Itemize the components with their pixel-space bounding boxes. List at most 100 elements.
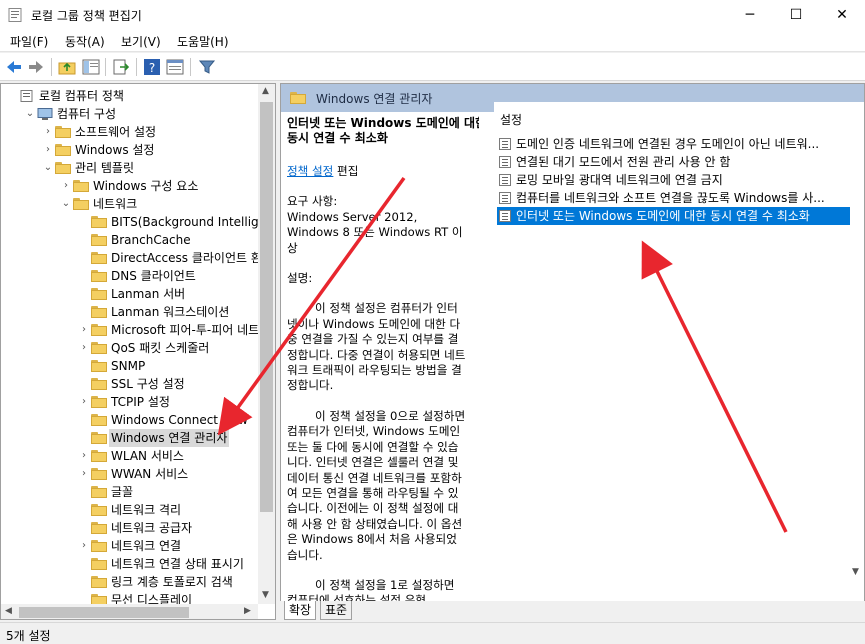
tree-node[interactable]: 글꼴 [1, 483, 258, 501]
tree-node[interactable]: › Microsoft 피어-투-피어 네트 [1, 321, 259, 339]
tree-node-label: BITS(Background Intelligent Tr [111, 215, 276, 229]
setting-name: 인터넷 또는 Windows 도메인에 대한 동시 연결 수 최소화 [516, 209, 810, 223]
tree-node[interactable]: › 네트워크 연결 [1, 537, 258, 555]
up-folder-icon[interactable] [58, 58, 76, 76]
details-header-title: Windows 연결 관리자 [316, 92, 433, 106]
setting-row[interactable]: 컴퓨터를 네트워크와 소프트 연결을 끊도록 Windows를 사...구 [497, 189, 857, 207]
tree-node[interactable]: 네트워크 격리 [1, 501, 258, 519]
tree-node[interactable]: Lanman 워크스테이션 [1, 303, 258, 321]
folder-icon [91, 558, 107, 570]
tree-node-label: QoS 패킷 스케줄러 [111, 341, 210, 355]
scroll-down-icon[interactable]: ▼ [852, 567, 859, 577]
help-icon[interactable]: ? [143, 58, 161, 76]
tree-node[interactable]: › 소프트웨어 설정 [1, 123, 258, 141]
tree-node[interactable]: Windows Connect Now [1, 411, 258, 429]
menu-help[interactable]: 도움말(H) [177, 33, 229, 50]
title-bar: 로컬 그룹 정책 편집기 ─ ☐ ✕ [0, 0, 865, 30]
tree-node[interactable]: › TCPIP 설정 [1, 393, 258, 411]
tree-vertical-scrollbar[interactable]: ▲ ▼ [258, 84, 275, 604]
setting-row[interactable]: 연결된 대기 모드에서 전원 관리 사용 안 함구 [497, 153, 857, 171]
tab-extended[interactable]: 확장 [284, 601, 317, 620]
expand-arrow-icon[interactable]: › [79, 465, 89, 483]
tree-node[interactable]: DirectAccess 클라이언트 환경 [1, 249, 273, 267]
folder-icon [55, 144, 71, 156]
tab-standard[interactable]: 표준 [320, 601, 353, 620]
expand-arrow-icon[interactable]: › [79, 393, 89, 411]
expand-arrow-icon[interactable]: › [79, 321, 89, 339]
edit-policy-link[interactable]: 정책 설정 [287, 164, 333, 178]
collapse-arrow-icon[interactable]: ⌄ [61, 195, 71, 213]
minimize-button[interactable]: ─ [727, 0, 773, 30]
scroll-up-icon[interactable]: ▲ [262, 86, 269, 96]
tree-node[interactable]: DNS 클라이언트 [1, 267, 258, 285]
tree-node[interactable]: 네트워크 연결 상태 표시기 [1, 555, 258, 573]
menu-view[interactable]: 보기(V) [121, 33, 161, 50]
tree-node-label: Lanman 워크스테이션 [111, 305, 230, 319]
tree-node[interactable]: 로컬 컴퓨터 정책 [1, 87, 258, 105]
export-list-icon[interactable] [112, 58, 130, 76]
scroll-down-icon[interactable]: ▼ [262, 590, 269, 600]
tree-hscroll-thumb[interactable] [19, 607, 189, 618]
collapse-arrow-icon[interactable]: ⌄ [43, 159, 53, 177]
menu-action[interactable]: 동작(A) [65, 33, 105, 50]
tree-node[interactable]: 네트워크 공급자 [1, 519, 258, 537]
tree-node[interactable]: › Windows 설정 [1, 141, 258, 159]
tree-horizontal-scrollbar[interactable]: ◀ ▶ [1, 604, 258, 619]
tree-node[interactable]: › WWAN 서비스 [1, 465, 258, 483]
forward-icon[interactable] [27, 58, 45, 76]
setting-row[interactable]: 도메인 인증 네트워크에 연결된 경우 도메인이 아닌 네트워...구 [497, 135, 857, 153]
tree-node[interactable]: BITS(Background Intelligent Tr [1, 213, 275, 231]
tree-node-label: 소프트웨어 설정 [75, 125, 157, 139]
tree-node[interactable]: ⌄ 컴퓨터 구성 [1, 105, 258, 123]
tree-node[interactable]: Lanman 서버 [1, 285, 258, 303]
toolbar: ? [0, 53, 865, 81]
description-panel: 인터넷 또는 Windows 도메인에 대한 동시 연결 수 최소화 정책 설정… [281, 112, 479, 602]
tree-node[interactable]: › QoS 패킷 스케줄러 [1, 339, 258, 357]
setting-name: 연결된 대기 모드에서 전원 관리 사용 안 함 [516, 155, 731, 169]
scroll-left-icon[interactable]: ◀ [5, 606, 12, 616]
tree-node[interactable]: SNMP [1, 357, 258, 375]
list-scrollbar[interactable]: ▼ [850, 102, 864, 582]
tree-node-label: SSL 구성 설정 [111, 377, 185, 391]
description-paragraph: 이 정책 설정을 0으로 설정하면 컴퓨터가 인터넷, Windows 도메인 … [287, 408, 466, 562]
tree-node[interactable]: SSL 구성 설정 [1, 375, 258, 393]
setting-title: 인터넷 또는 Windows 도메인에 대한 동시 연결 수 최소화 [287, 116, 479, 145]
collapse-arrow-icon[interactable]: ⌄ [25, 105, 35, 123]
status-bar: 5개 설정 [0, 622, 865, 644]
expand-arrow-icon[interactable]: › [79, 447, 89, 465]
properties-icon[interactable] [166, 58, 184, 76]
column-header-setting[interactable]: 설정 [500, 111, 522, 128]
tree-node[interactable]: › WLAN 서비스 [1, 447, 258, 465]
tree-node[interactable]: ⌄ 네트워크 [1, 195, 258, 213]
tree-node-label: 컴퓨터 구성 [57, 107, 117, 121]
close-button[interactable]: ✕ [819, 0, 865, 30]
expand-arrow-icon[interactable]: › [43, 123, 53, 141]
menu-file[interactable]: 파일(F) [10, 33, 48, 50]
tree-node-label: Windows 연결 관리자 [109, 429, 230, 447]
setting-row[interactable]: 로밍 모바일 광대역 네트워크에 연결 금지구 [497, 171, 857, 189]
tree-node[interactable]: 링크 계층 토폴로지 검색 [1, 573, 258, 591]
description-paragraph: 이 정책 설정을 1로 설정하면 컴퓨터에 선호하는 설정 유형 [287, 577, 455, 602]
maximize-button[interactable]: ☐ [773, 0, 819, 30]
scroll-right-icon[interactable]: ▶ [244, 606, 251, 616]
group-policy-editor-window: 로컬 그룹 정책 편집기 ─ ☐ ✕ 파일(F) 동작(A) 보기(V) 도움말… [0, 0, 865, 644]
setting-row[interactable]: 인터넷 또는 Windows 도메인에 대한 동시 연결 수 최소화구 [497, 207, 857, 225]
back-icon[interactable] [5, 58, 23, 76]
filter-icon[interactable] [198, 58, 216, 76]
toolbar-separator [136, 58, 137, 76]
expand-arrow-icon[interactable]: › [79, 537, 89, 555]
tree-node[interactable]: › Windows 구성 요소 [1, 177, 258, 195]
tree-node[interactable]: Windows 연결 관리자 [1, 429, 258, 447]
window-title: 로컬 그룹 정책 편집기 [31, 9, 142, 23]
expand-arrow-icon[interactable]: › [43, 141, 53, 159]
tree-node-label: 글꼴 [111, 485, 134, 499]
expand-arrow-icon[interactable]: › [61, 177, 71, 195]
folder-icon [91, 522, 107, 534]
folder-icon [91, 450, 107, 462]
show-hide-tree-icon[interactable] [82, 58, 100, 76]
folder-icon [91, 342, 107, 354]
tree-node[interactable]: BranchCache [1, 231, 258, 249]
tree-scroll-thumb[interactable] [260, 102, 273, 512]
tree-node[interactable]: ⌄ 관리 템플릿 [1, 159, 258, 177]
expand-arrow-icon[interactable]: › [79, 339, 89, 357]
